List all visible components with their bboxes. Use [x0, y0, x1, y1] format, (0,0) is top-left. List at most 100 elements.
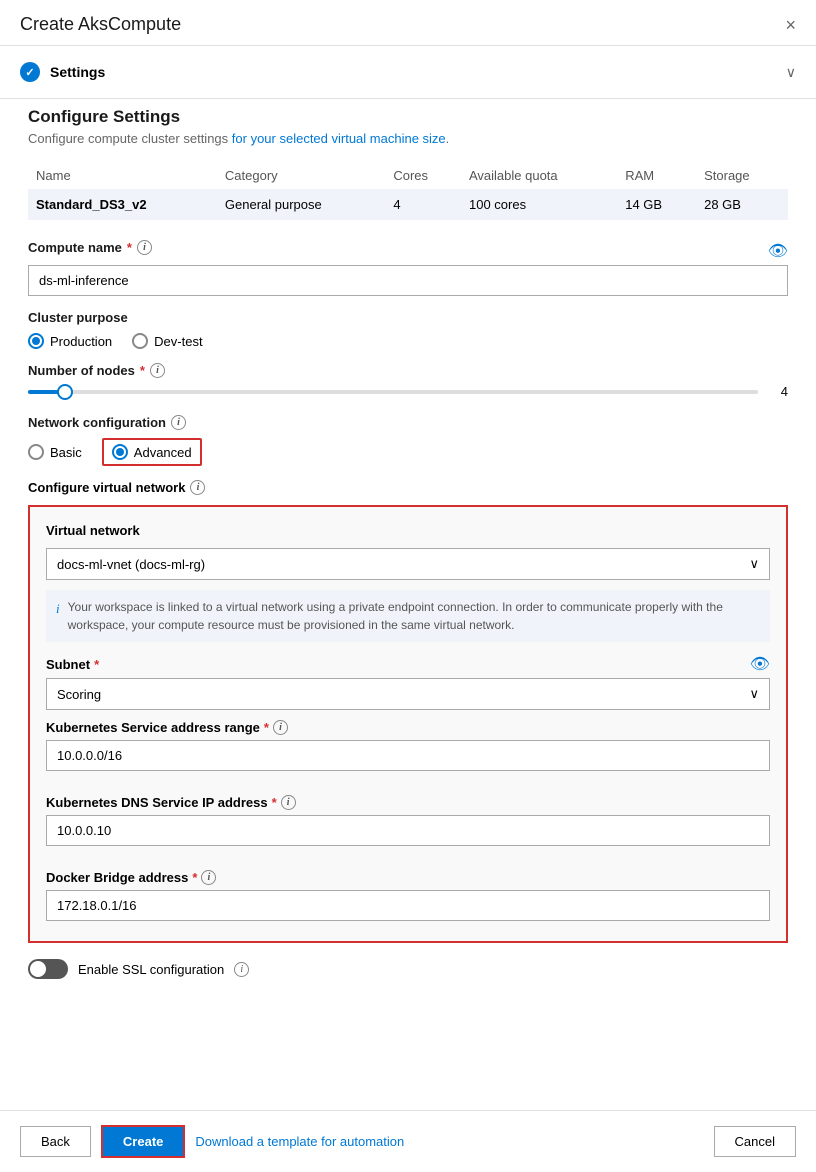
- col-ram: RAM: [617, 162, 696, 189]
- dialog-title: Create AksCompute: [20, 14, 181, 35]
- radio-devtest[interactable]: Dev-test: [132, 333, 202, 349]
- vnet-info-text: Your workspace is linked to a virtual ne…: [68, 598, 760, 634]
- radio-devtest-label: Dev-test: [154, 334, 202, 349]
- network-config-label: Network configuration i: [28, 415, 788, 430]
- col-cores: Cores: [385, 162, 461, 189]
- vm-cores-cell: 4: [385, 189, 461, 220]
- cluster-purpose-label: Cluster purpose: [28, 310, 788, 325]
- ssl-row: Enable SSL configuration i: [28, 959, 788, 979]
- cluster-purpose-radio-group: Production Dev-test: [28, 333, 788, 349]
- dialog-header: Create AksCompute ×: [0, 0, 816, 46]
- docker-bridge-required: *: [192, 870, 197, 885]
- ssl-toggle[interactable]: [28, 959, 68, 979]
- nodes-info-icon[interactable]: i: [150, 363, 165, 378]
- radio-basic[interactable]: Basic: [28, 444, 82, 460]
- settings-header[interactable]: ✓ Settings ∨: [0, 46, 816, 98]
- radio-production-label: Production: [50, 334, 112, 349]
- radio-advanced-label: Advanced: [134, 445, 192, 460]
- create-button[interactable]: Create: [101, 1125, 185, 1158]
- chevron-down-icon: ∨: [786, 64, 796, 81]
- radio-production[interactable]: Production: [28, 333, 112, 349]
- vm-table: Name Category Cores Available quota RAM …: [28, 162, 788, 220]
- radio-advanced[interactable]: Advanced: [102, 438, 202, 466]
- subnet-dropdown[interactable]: Scoring ∨: [46, 678, 770, 710]
- configure-section: Configure Settings Configure compute clu…: [0, 99, 816, 1019]
- slider-row: 4: [28, 384, 788, 399]
- network-config-info-icon[interactable]: i: [171, 415, 186, 430]
- configure-title: Configure Settings: [28, 107, 788, 127]
- configure-subtitle: Configure compute cluster settings for y…: [28, 131, 788, 146]
- ssl-label: Enable SSL configuration: [78, 962, 224, 977]
- radio-inner-production: [32, 337, 40, 345]
- compute-name-info-icon[interactable]: i: [137, 240, 152, 255]
- ssl-info-icon[interactable]: i: [234, 962, 249, 977]
- col-storage: Storage: [696, 162, 788, 189]
- required-star: *: [127, 240, 132, 255]
- docker-bridge-input[interactable]: [46, 890, 770, 921]
- vnet-info-message: i Your workspace is linked to a virtual …: [46, 590, 770, 642]
- cancel-button[interactable]: Cancel: [714, 1126, 796, 1157]
- docker-bridge-info-icon[interactable]: i: [201, 870, 216, 885]
- configure-vnet-info-icon[interactable]: i: [190, 480, 205, 495]
- dialog-footer: Back Create Download a template for auto…: [0, 1110, 816, 1172]
- subnet-label: Subnet *: [46, 657, 99, 672]
- col-category: Category: [217, 162, 385, 189]
- radio-inner-advanced: [116, 448, 124, 456]
- vnet-dropdown[interactable]: docs-ml-vnet (docs-ml-rg) ∨: [46, 548, 770, 580]
- vnet-box: Virtual network docs-ml-vnet (docs-ml-rg…: [28, 505, 788, 943]
- settings-section: ✓ Settings ∨: [0, 46, 816, 99]
- vnet-chevron-icon: ∨: [749, 556, 759, 572]
- k8s-dns-info-icon[interactable]: i: [281, 795, 296, 810]
- subnet-row: Subnet * 👁: [46, 654, 770, 674]
- radio-outer-devtest: [132, 333, 148, 349]
- k8s-dns-required: *: [272, 795, 277, 810]
- settings-check-icon: ✓: [20, 62, 40, 82]
- vm-category-cell: General purpose: [217, 189, 385, 220]
- radio-outer-advanced: [112, 444, 128, 460]
- back-button[interactable]: Back: [20, 1126, 91, 1157]
- col-name: Name: [28, 162, 217, 189]
- subtitle-link[interactable]: for your selected virtual machine size: [232, 131, 446, 146]
- k8s-service-info-icon[interactable]: i: [273, 720, 288, 735]
- k8s-service-label: Kubernetes Service address range * i: [46, 720, 770, 735]
- slider-track: [28, 390, 758, 394]
- slider-thumb[interactable]: [57, 384, 73, 400]
- create-akscompute-dialog: Create AksCompute × ✓ Settings ∨ Configu…: [0, 0, 816, 1172]
- network-radio-group: Basic Advanced: [28, 438, 788, 466]
- settings-header-left: ✓ Settings: [20, 62, 105, 82]
- vm-storage-cell: 28 GB: [696, 189, 788, 220]
- template-link[interactable]: Download a template for automation: [195, 1134, 404, 1149]
- k8s-service-input[interactable]: [46, 740, 770, 771]
- vnet-title: Virtual network: [46, 523, 770, 538]
- toggle-knob: [30, 961, 46, 977]
- nodes-required-star: *: [140, 363, 145, 378]
- settings-label: Settings: [50, 64, 105, 80]
- vnet-dropdown-value: docs-ml-vnet (docs-ml-rg): [57, 557, 205, 572]
- table-row: Standard_DS3_v2 General purpose 4 100 co…: [28, 189, 788, 220]
- k8s-service-required: *: [264, 720, 269, 735]
- nodes-label: Number of nodes * i: [28, 363, 788, 378]
- slider-value: 4: [768, 384, 788, 399]
- compute-name-input[interactable]: [28, 265, 788, 296]
- close-button[interactable]: ×: [785, 16, 796, 34]
- k8s-dns-input[interactable]: [46, 815, 770, 846]
- vm-quota-cell: 100 cores: [461, 189, 617, 220]
- radio-outer-basic: [28, 444, 44, 460]
- info-msg-icon: i: [56, 599, 60, 619]
- docker-bridge-label: Docker Bridge address * i: [46, 870, 770, 885]
- subnet-required-star: *: [94, 657, 99, 672]
- subnet-chevron-icon: ∨: [749, 686, 759, 702]
- k8s-dns-label: Kubernetes DNS Service IP address * i: [46, 795, 770, 810]
- col-quota: Available quota: [461, 162, 617, 189]
- subnet-eye-icon[interactable]: 👁: [750, 654, 770, 674]
- radio-outer-production: [28, 333, 44, 349]
- vm-name-cell: Standard_DS3_v2: [28, 189, 217, 220]
- compute-name-row: Compute name * i 👁: [28, 240, 788, 261]
- subnet-dropdown-value: Scoring: [57, 687, 101, 702]
- vm-ram-cell: 14 GB: [617, 189, 696, 220]
- radio-basic-label: Basic: [50, 445, 82, 460]
- compute-name-label: Compute name * i: [28, 240, 152, 255]
- eye-icon[interactable]: 👁: [768, 241, 788, 261]
- configure-vnet-label: Configure virtual network i: [28, 480, 788, 495]
- dialog-body: ✓ Settings ∨ Configure Settings Configur…: [0, 46, 816, 1110]
